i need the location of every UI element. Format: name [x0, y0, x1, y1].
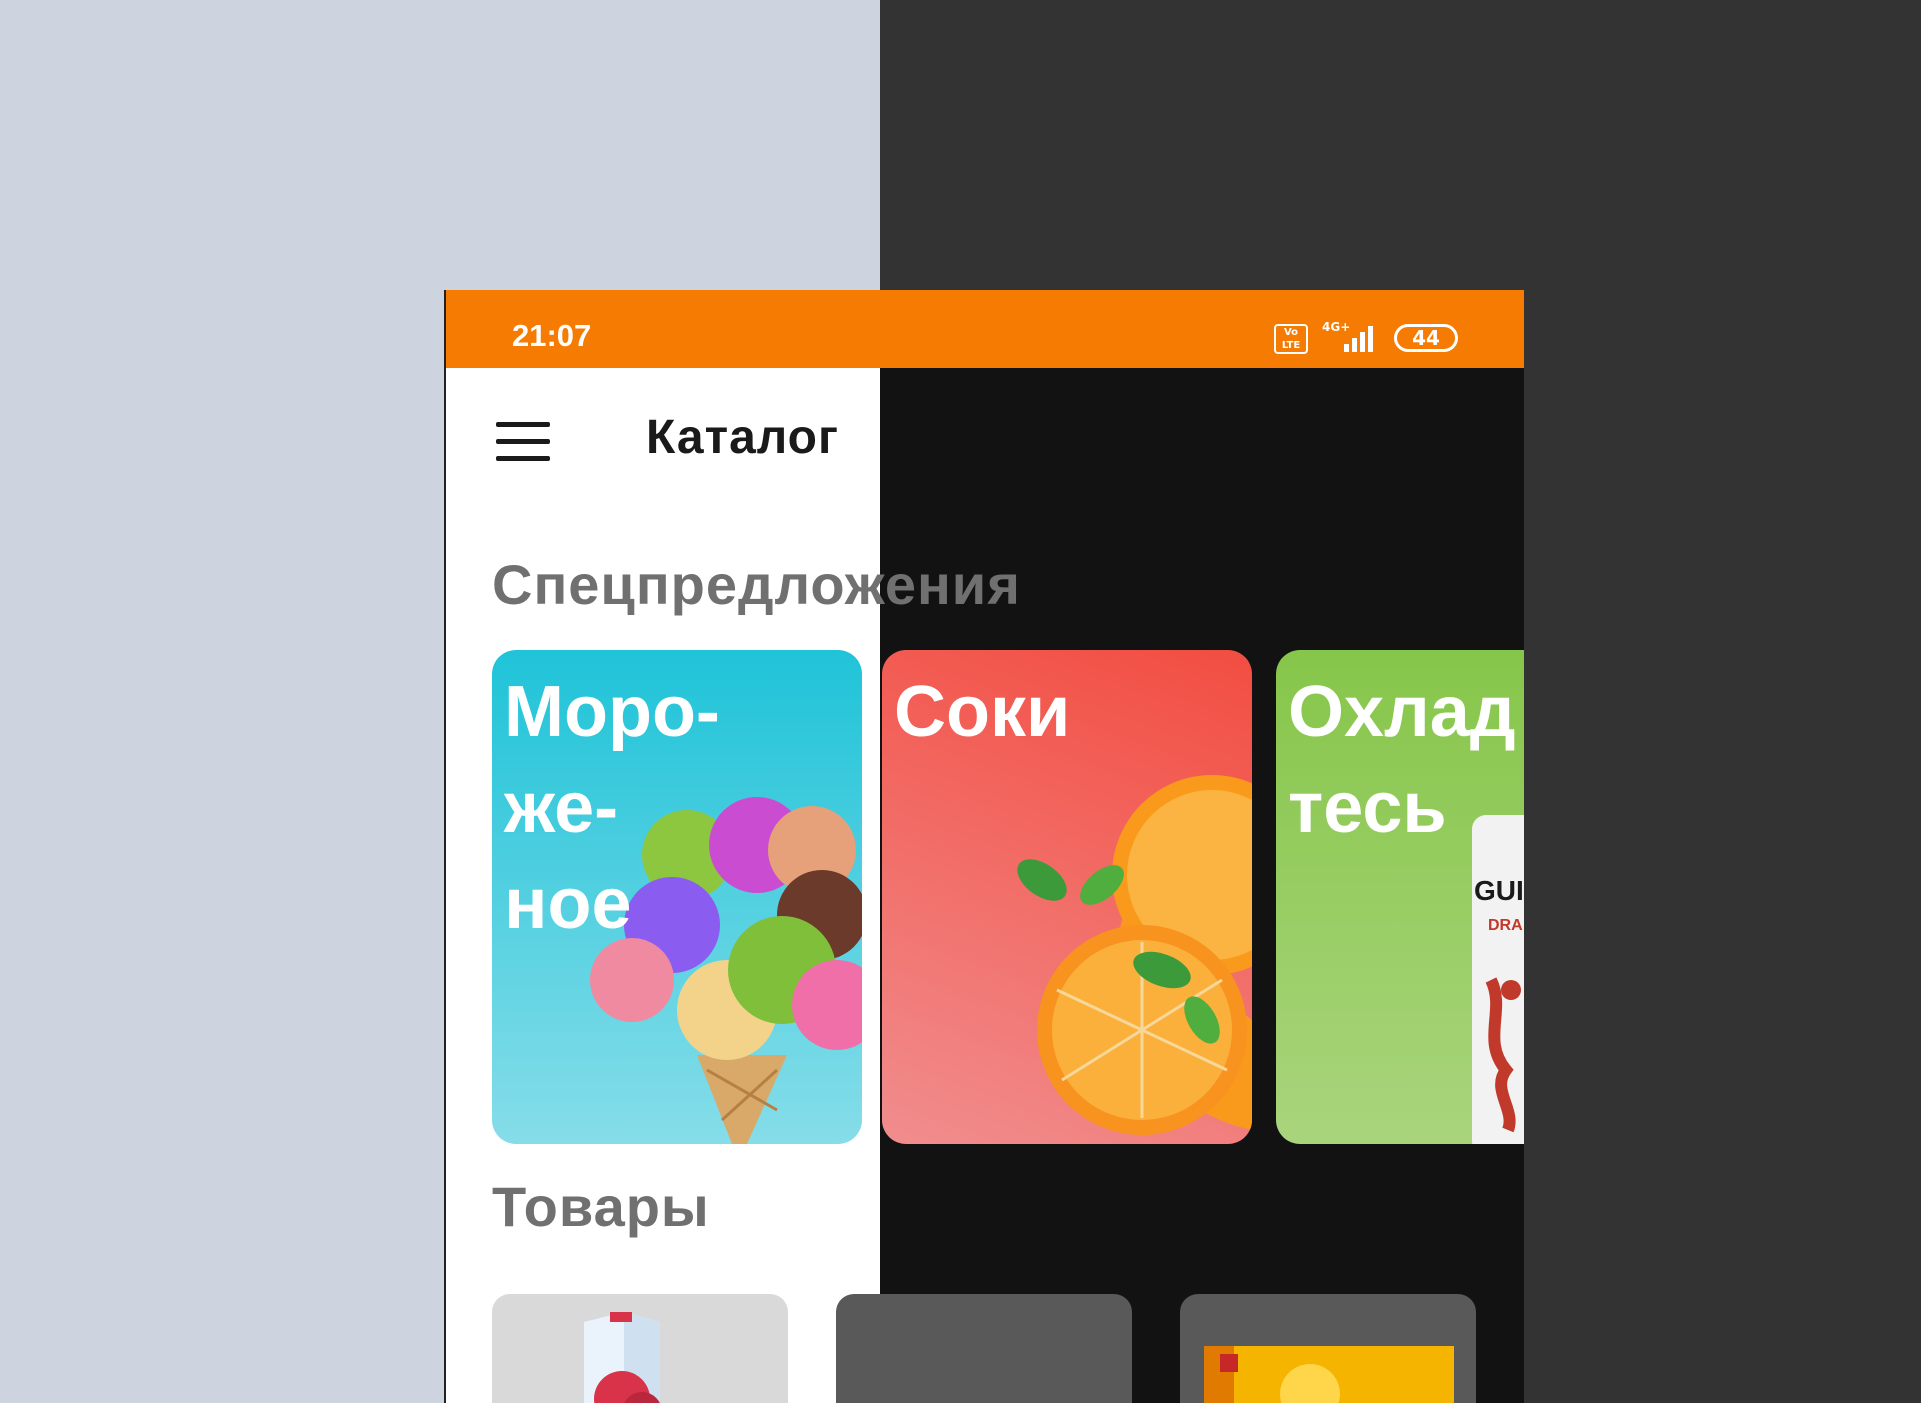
volte-icon: Vo LTE — [1274, 324, 1308, 354]
hamburger-menu-icon[interactable] — [496, 422, 550, 462]
product-card[interactable] — [492, 1294, 788, 1403]
product-card[interactable] — [836, 1294, 1132, 1403]
phone-screen: 21:07 Vo LTE 4G+ 44 Каталог Спецпредложе… — [444, 290, 1524, 1403]
red-product-image — [836, 1294, 1132, 1403]
product-card[interactable] — [1180, 1294, 1476, 1403]
svg-text:DRA: DRA — [1488, 917, 1523, 934]
offer-label: Охлад тесь — [1288, 672, 1516, 848]
specials-title: Спецпредложения — [492, 553, 1021, 616]
offer-card-cool-down[interactable]: GUIN DRA Охлад тесь — [1276, 650, 1524, 1144]
battery-icon: 44 — [1394, 324, 1458, 352]
yellow-box-image — [1204, 1346, 1454, 1403]
offer-card-ice-cream[interactable]: Моро- же- ное — [492, 650, 862, 1144]
page-title: Каталог — [646, 411, 839, 464]
app-header: Каталог — [446, 368, 1524, 488]
offer-card-juice[interactable]: Соки — [882, 650, 1252, 1144]
products-title: Товары — [492, 1175, 710, 1238]
offer-label: Моро- же- ное — [504, 672, 720, 944]
svg-text:GUIN: GUIN — [1474, 875, 1524, 906]
signal-icon — [1340, 322, 1380, 352]
juice-carton-image — [584, 1312, 660, 1403]
status-time: 21:07 — [512, 318, 592, 353]
status-bar: 21:07 Vo LTE 4G+ 44 — [446, 290, 1524, 368]
offer-label: Соки — [894, 672, 1071, 752]
